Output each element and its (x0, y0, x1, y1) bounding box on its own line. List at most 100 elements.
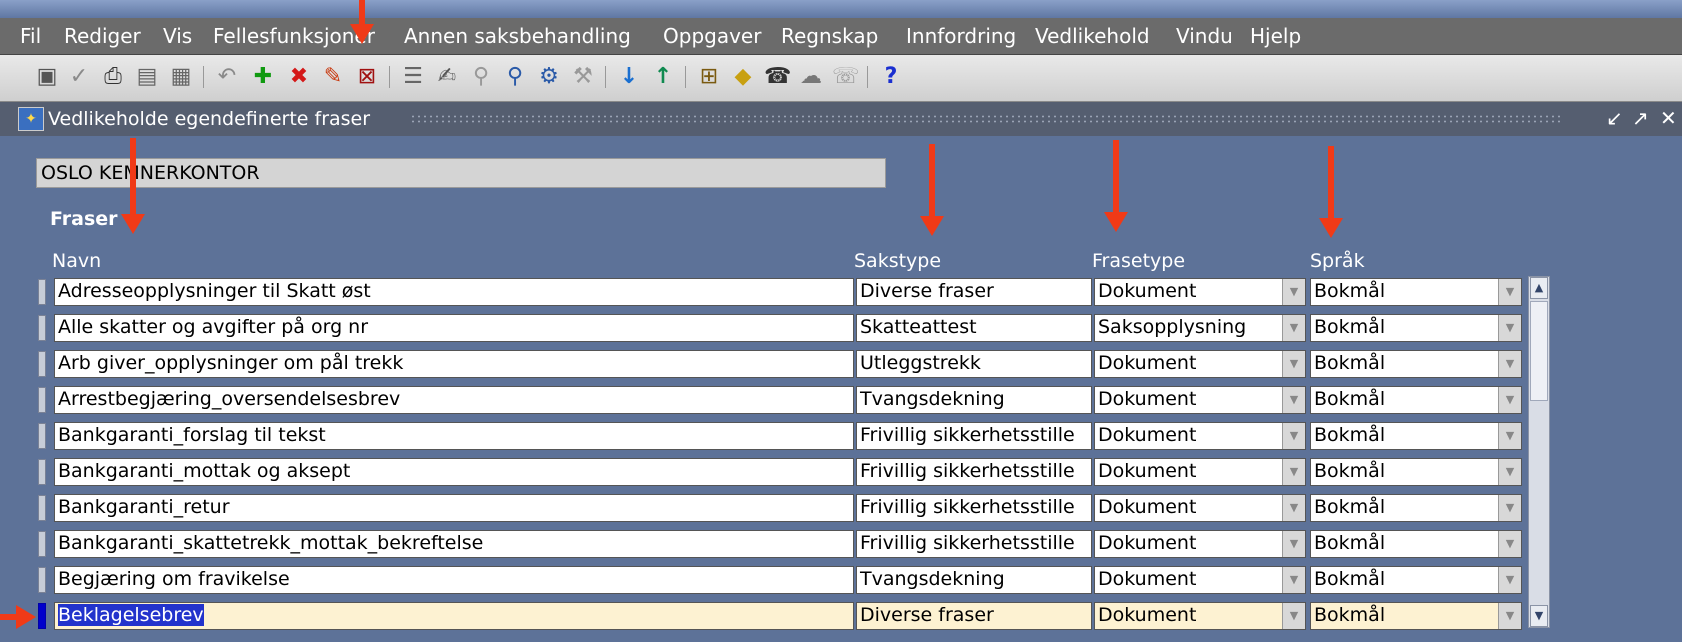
chevron-down-icon[interactable]: ▼ (1498, 459, 1521, 485)
cell-sprak[interactable]: Bokmål ▼ (1310, 278, 1522, 306)
pages-icon[interactable]: ▦ (168, 64, 194, 90)
page-icon[interactable]: ▤ (134, 64, 160, 90)
cell-sakstype[interactable]: Frivillig sikkerhetsstille (856, 458, 1092, 486)
add-record-icon[interactable]: ✚ (250, 64, 276, 90)
menu-fil[interactable]: Fil (20, 24, 41, 48)
row-indicator[interactable] (38, 423, 46, 449)
chevron-down-icon[interactable]: ▼ (1498, 387, 1521, 413)
cell-frasetype[interactable]: Dokument ▼ (1094, 458, 1306, 486)
table-row[interactable]: Begjæring om fravikelse Tvangsdekning Doku… (0, 564, 1560, 596)
cell-sakstype[interactable]: Frivillig sikkerhetsstille (856, 422, 1092, 450)
row-indicator[interactable] (38, 567, 46, 593)
table-row[interactable]: Arrestbegjæring_oversendelsesbrev Tvangsd… (0, 384, 1560, 416)
cell-sprak[interactable]: Bokmål ▼ (1310, 566, 1522, 594)
chevron-down-icon[interactable]: ▼ (1282, 279, 1305, 305)
help-icon[interactable]: ? (878, 64, 904, 90)
scroll-up-icon[interactable]: ▲ (1530, 277, 1548, 299)
chevron-down-icon[interactable]: ▼ (1498, 495, 1521, 521)
table-row[interactable]: Beklagelsebrev Diverse fraser Dokument ▼ Bok… (0, 600, 1560, 632)
edit-icon[interactable]: ✎ (320, 64, 346, 90)
cell-navn[interactable]: Alle skatter og avgifter på org nr (54, 314, 854, 342)
fax-icon[interactable]: ☏ (832, 64, 860, 90)
delete-record-icon[interactable]: ✖ (286, 64, 312, 90)
chevron-down-icon[interactable]: ▼ (1498, 603, 1521, 629)
table-row[interactable]: Adresseopplysninger til Skatt øst Diverse… (0, 276, 1560, 308)
chevron-down-icon[interactable]: ▼ (1282, 495, 1305, 521)
cell-sakstype[interactable]: Frivillig sikkerhetsstille (856, 530, 1092, 558)
chevron-down-icon[interactable]: ▼ (1282, 531, 1305, 557)
cell-frasetype[interactable]: Dokument ▼ (1094, 350, 1306, 378)
check-icon[interactable]: ✓ (66, 64, 92, 90)
chevron-down-icon[interactable]: ▼ (1498, 531, 1521, 557)
help-query-icon[interactable]: ⚙ (536, 64, 562, 90)
cell-sakstype[interactable]: Tvangsdekning (856, 386, 1092, 414)
close-icon[interactable]: ✕ (1660, 106, 1677, 130)
cell-sprak[interactable]: Bokmål ▼ (1310, 314, 1522, 342)
cell-sakstype[interactable]: Utleggstrekk (856, 350, 1092, 378)
chevron-down-icon[interactable]: ▼ (1282, 567, 1305, 593)
chevron-down-icon[interactable]: ▼ (1498, 315, 1521, 341)
cell-frasetype[interactable]: Dokument ▼ (1094, 494, 1306, 522)
maximize-icon[interactable]: ↗ (1632, 106, 1649, 130)
table-row[interactable]: Alle skatter og avgifter på org nr Skatte… (0, 312, 1560, 344)
cell-frasetype[interactable]: Dokument ▼ (1094, 566, 1306, 594)
cell-sprak[interactable]: Bokmål ▼ (1310, 350, 1522, 378)
menu-rediger[interactable]: Rediger (64, 24, 141, 48)
cell-frasetype[interactable]: Dokument ▼ (1094, 278, 1306, 306)
chevron-down-icon[interactable]: ▼ (1498, 567, 1521, 593)
table-row[interactable]: Bankgaranti_forslag til tekst Frivillig s… (0, 420, 1560, 452)
menu-oppgaver[interactable]: Oppgaver (663, 24, 761, 48)
cell-frasetype[interactable]: Dokument ▼ (1094, 422, 1306, 450)
cell-sprak[interactable]: Bokmål ▼ (1310, 422, 1522, 450)
table-row[interactable]: Bankgaranti_retur Frivillig sikkerhetssti… (0, 492, 1560, 524)
cell-navn[interactable]: Arrestbegjæring_oversendelsesbrev (54, 386, 854, 414)
tools-icon[interactable]: ⚒ (570, 64, 596, 90)
query-icon[interactable]: ⚲ (468, 64, 494, 90)
cell-navn[interactable]: Adresseopplysninger til Skatt øst (54, 278, 854, 306)
cell-navn[interactable]: Bankgaranti_retur (54, 494, 854, 522)
attachment-icon[interactable]: ◆ (730, 64, 756, 90)
cell-frasetype[interactable]: Dokument ▼ (1094, 386, 1306, 414)
row-indicator[interactable] (38, 279, 46, 305)
table-scrollbar[interactable]: ▲ ▼ (1528, 276, 1550, 628)
chevron-down-icon[interactable]: ▼ (1282, 459, 1305, 485)
cell-sakstype[interactable]: Diverse fraser (856, 602, 1092, 630)
menu-vis[interactable]: Vis (163, 24, 192, 48)
print-icon[interactable]: ⎙ (100, 64, 126, 90)
row-indicator[interactable] (38, 531, 46, 557)
scroll-thumb[interactable] (1530, 301, 1548, 401)
cell-sprak[interactable]: Bokmål ▼ (1310, 386, 1522, 414)
cell-sakstype[interactable]: Tvangsdekning (856, 566, 1092, 594)
chat-icon[interactable]: ☁ (798, 64, 824, 90)
edit-field-icon[interactable]: ✍ (434, 64, 460, 90)
chevron-down-icon[interactable]: ▼ (1498, 351, 1521, 377)
list-icon[interactable]: ☰ (400, 64, 426, 90)
cell-navn[interactable]: Arb giver_opplysninger om pål trekk (54, 350, 854, 378)
chevron-down-icon[interactable]: ▼ (1282, 603, 1305, 629)
cell-sprak[interactable]: Bokmål ▼ (1310, 602, 1522, 630)
cell-frasetype[interactable]: Saksopplysning ▼ (1094, 314, 1306, 342)
undo-icon[interactable]: ↶ (214, 64, 240, 90)
table-row[interactable]: Arb giver_opplysninger om pål trekk Utleg… (0, 348, 1560, 380)
row-indicator[interactable] (38, 315, 46, 341)
menu-vedlikehold[interactable]: Vedlikehold (1035, 24, 1150, 48)
chevron-down-icon[interactable]: ▼ (1282, 351, 1305, 377)
previous-record-icon[interactable]: ↑ (650, 64, 676, 90)
next-record-icon[interactable]: ↓ (616, 64, 642, 90)
row-indicator[interactable] (38, 387, 46, 413)
menu-annen-saksbehandling[interactable]: Annen saksbehandling (404, 24, 631, 48)
chevron-down-icon[interactable]: ▼ (1282, 423, 1305, 449)
find-icon[interactable]: ⚲ (502, 64, 528, 90)
row-indicator[interactable] (38, 495, 46, 521)
chevron-down-icon[interactable]: ▼ (1498, 279, 1521, 305)
save-icon[interactable]: ▣ (34, 64, 60, 90)
cell-sprak[interactable]: Bokmål ▼ (1310, 458, 1522, 486)
table-row[interactable]: Bankgaranti_mottak og aksept Frivillig si… (0, 456, 1560, 488)
chevron-down-icon[interactable]: ▼ (1498, 423, 1521, 449)
cell-frasetype[interactable]: Dokument ▼ (1094, 602, 1306, 630)
window-title-bar[interactable]: ✦ Vedlikeholde egendefinerte fraser ↙ ↗ … (0, 102, 1682, 136)
minimize-icon[interactable]: ↙ (1606, 106, 1623, 130)
tree-icon[interactable]: ⊞ (696, 64, 722, 90)
menu-hjelp[interactable]: Hjelp (1250, 24, 1301, 48)
menu-vindu[interactable]: Vindu (1176, 24, 1233, 48)
